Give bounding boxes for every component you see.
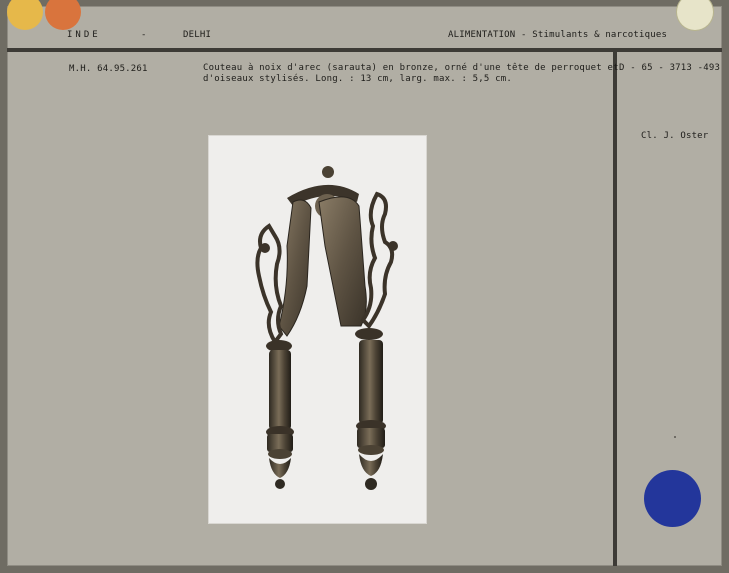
betel-nut-cutter-photo — [255, 166, 398, 490]
paper-speck — [674, 436, 676, 438]
city-label: DELHI — [183, 30, 212, 40]
archive-card: INDE - DELHI ALIMENTATION - Stimulants &… — [7, 0, 722, 566]
description-line-1: Couteau à noix d'arec (sarauta) en bronz… — [203, 63, 619, 73]
country-label: INDE — [67, 30, 101, 40]
description-line-2: d'oiseaux stylisés. Long. : 13 cm, larg.… — [203, 74, 513, 84]
blue-marker-dot — [644, 470, 701, 527]
category-label: ALIMENTATION - Stimulants & narcotiques — [448, 30, 668, 40]
yellow-tab-dot — [7, 0, 43, 30]
reference-number: D - 65 - 3713 -493 — [619, 63, 721, 73]
orange-tab-dot — [45, 0, 81, 30]
object-photograph — [208, 135, 427, 524]
inventory-number: M.H. 64.95.261 — [69, 64, 148, 74]
cream-tab-dot — [677, 0, 713, 30]
column-divider — [613, 52, 617, 566]
header-separator: - — [141, 30, 147, 40]
photo-credit: Cl. J. Oster — [641, 131, 709, 141]
